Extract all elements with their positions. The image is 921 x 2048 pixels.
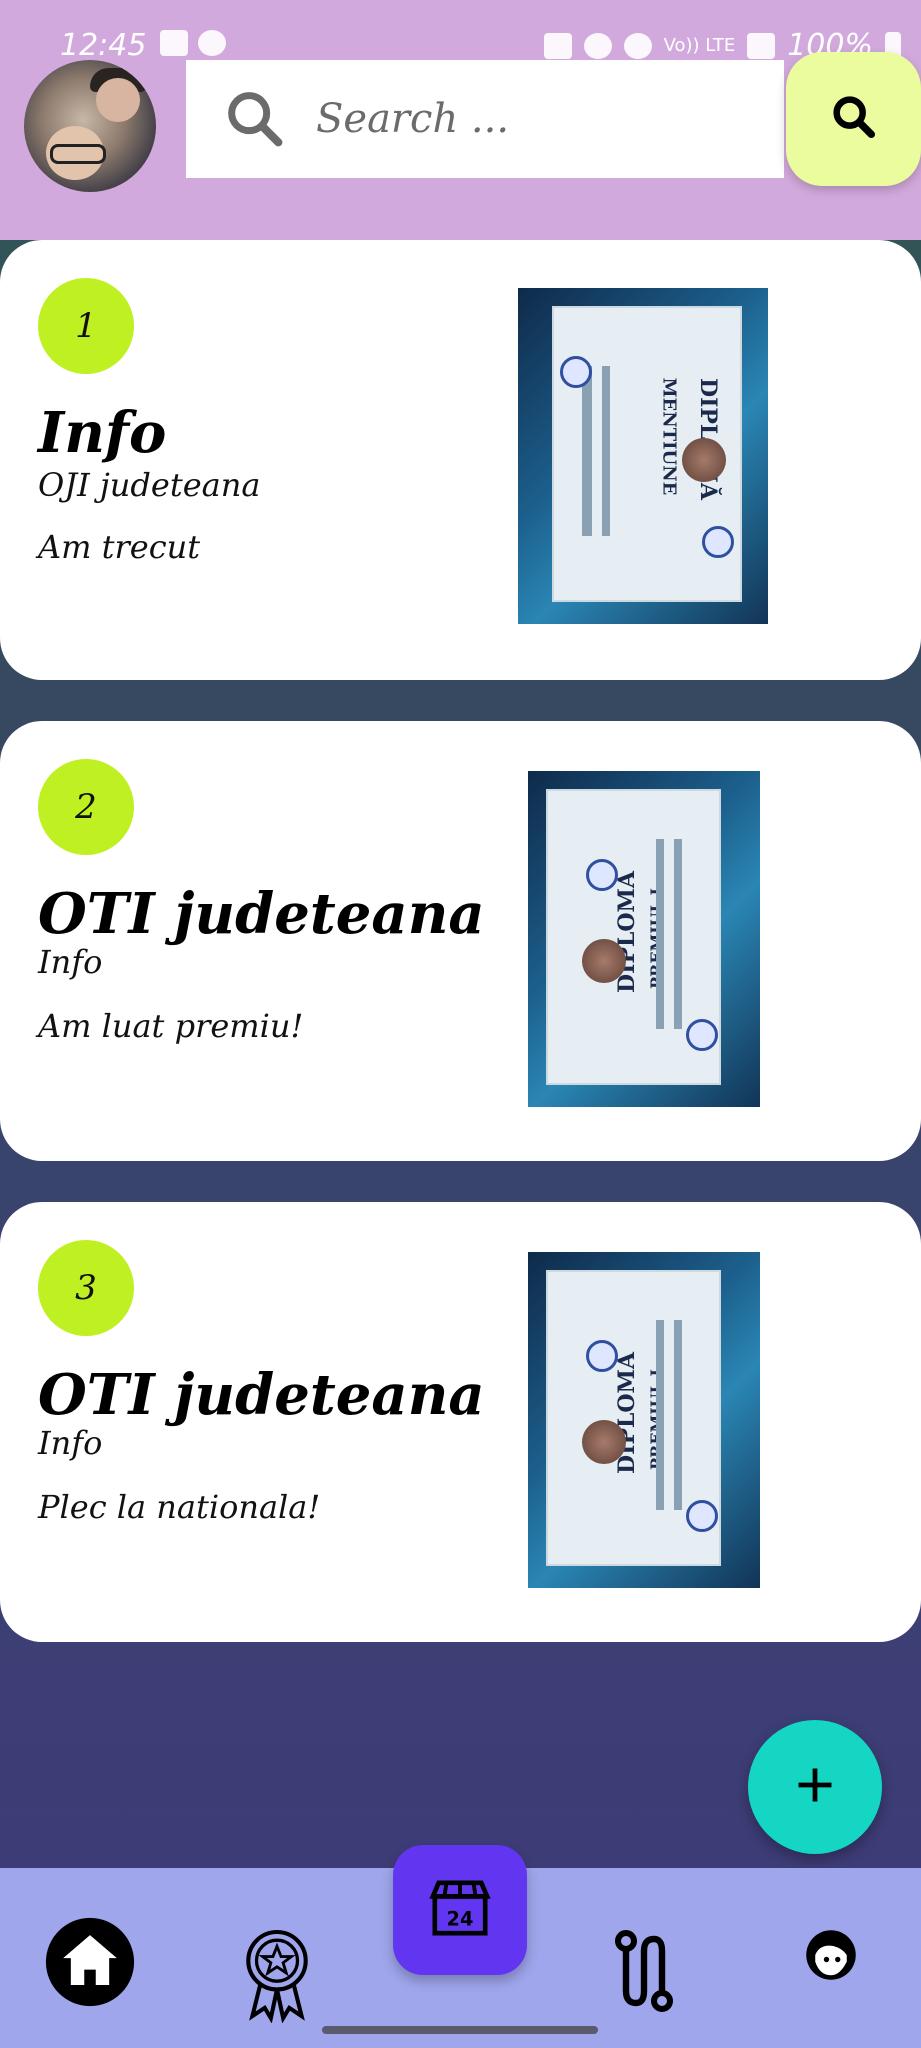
- add-entry-button[interactable]: [748, 1720, 882, 1854]
- search-icon: [828, 91, 880, 147]
- svg-text:24: 24: [447, 1907, 474, 1930]
- text-line: [602, 366, 610, 536]
- seal-icon: [702, 526, 734, 558]
- entry-title: Info: [38, 400, 167, 466]
- entry-subtitle: Info: [38, 1424, 103, 1462]
- nav-profile-button[interactable]: [804, 1930, 858, 1984]
- gallery-notification-icon: [160, 30, 188, 56]
- entry-number-badge: 3: [38, 1240, 134, 1336]
- entry-subtitle: Info: [38, 943, 103, 981]
- diploma-paper: DIPLOMĂ PREMIUL I: [546, 789, 721, 1085]
- signal-icon: [747, 32, 776, 59]
- status-bar: 12:45 Vo)) LTE 100%: [0, 0, 921, 63]
- user-avatar[interactable]: [24, 60, 156, 192]
- medal-icon: [682, 438, 726, 482]
- seal-icon: [686, 1500, 718, 1532]
- entry-number-badge: 2: [38, 759, 134, 855]
- search-icon: [220, 84, 290, 154]
- diploma-award: MENTIUNE: [658, 377, 680, 496]
- skype-notification-icon: [198, 30, 226, 56]
- text-line: [582, 366, 592, 536]
- text-line: [674, 839, 682, 1029]
- diploma-paper: DIPLOMĂ MENTIUNE: [552, 306, 742, 602]
- text-line: [656, 1320, 664, 1510]
- network-label: Vo)) LTE: [663, 35, 736, 56]
- entry-description: Am trecut: [38, 528, 201, 566]
- gesture-home-indicator[interactable]: [322, 2026, 598, 2034]
- nav-awards-button[interactable]: [236, 1925, 318, 2025]
- route-icon: [608, 1926, 680, 2020]
- seal-icon: [586, 859, 618, 891]
- search-button[interactable]: [786, 52, 921, 186]
- text-line: [674, 1320, 682, 1510]
- wifi-icon: [623, 32, 652, 59]
- entry-description: Plec la nationala!: [38, 1488, 321, 1526]
- entry-card[interactable]: 3 OTI judeteana Info Plec la nationala! …: [0, 1202, 921, 1642]
- store-24-icon: 24: [425, 1877, 495, 1943]
- status-time: 12:45: [60, 28, 147, 63]
- nav-home-button[interactable]: [44, 1916, 136, 2012]
- diploma-thumbnail[interactable]: DIPLOMĂ PREMIUL I: [528, 1252, 760, 1588]
- alarm-icon: [583, 32, 612, 59]
- seal-icon: [586, 1340, 618, 1372]
- entry-subtitle: OJI judeteana: [38, 466, 261, 504]
- diploma-thumbnail[interactable]: DIPLOMĂ MENTIUNE: [518, 288, 768, 624]
- entry-number-badge: 1: [38, 278, 134, 374]
- entry-description: Am luat premiu!: [38, 1007, 304, 1045]
- diploma-thumbnail[interactable]: DIPLOMĂ PREMIUL I: [528, 771, 760, 1107]
- search-field[interactable]: [186, 60, 784, 178]
- nav-store-button[interactable]: 24: [393, 1845, 527, 1975]
- plus-icon: [793, 1763, 837, 1811]
- medal-icon: [582, 939, 626, 983]
- entry-title: OTI judeteana: [38, 1362, 485, 1428]
- entry-title: OTI judeteana: [38, 881, 485, 947]
- text-line: [656, 839, 664, 1029]
- avatar-face-back: [96, 78, 140, 122]
- entry-card[interactable]: 1 Info OJI judeteana Am trecut DIPLOMĂ M…: [0, 240, 921, 680]
- search-input[interactable]: [314, 95, 748, 143]
- avatar-glasses: [50, 144, 106, 164]
- status-notification-icons: [160, 30, 226, 56]
- seal-icon: [686, 1019, 718, 1051]
- home-icon: [44, 1916, 136, 2012]
- seal-icon: [560, 356, 592, 388]
- profile-face-icon: [804, 1928, 858, 1986]
- medal-icon: [582, 1420, 626, 1464]
- diploma-paper: DIPLOMĂ PREMIUL I: [546, 1270, 721, 1566]
- award-ribbon-icon: [236, 1923, 318, 2027]
- entry-card[interactable]: 2 OTI judeteana Info Am luat premiu! DIP…: [0, 721, 921, 1161]
- nav-route-button[interactable]: [608, 1928, 680, 2018]
- battery-saver-icon: [543, 32, 572, 59]
